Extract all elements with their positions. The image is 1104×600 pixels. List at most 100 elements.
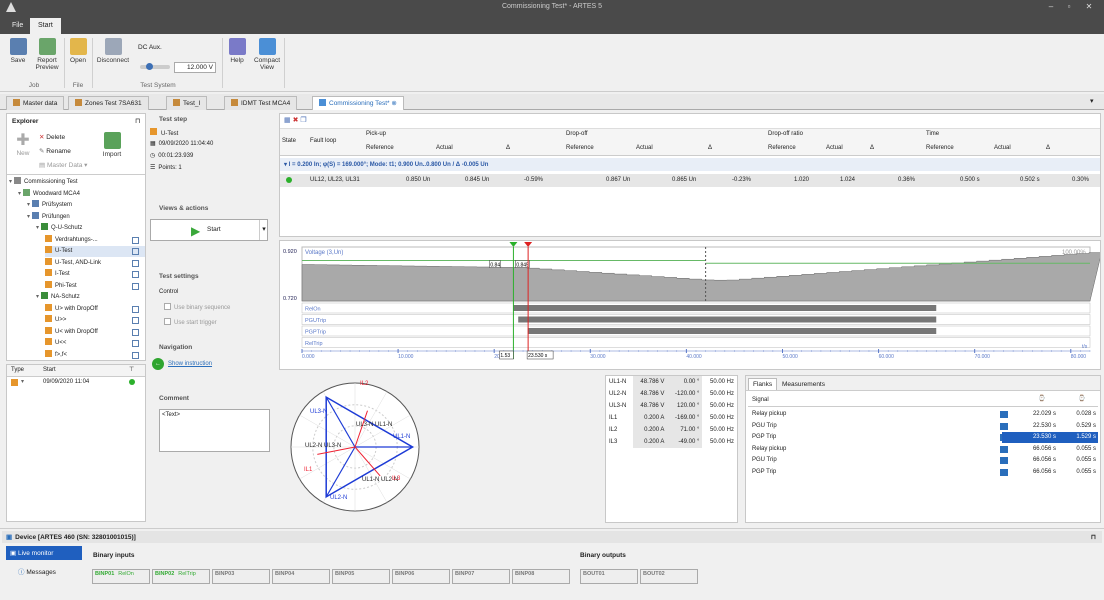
tree-item[interactable]: ▾ Prüfungen [27, 211, 145, 223]
rename-button[interactable]: ✎ Rename [39, 147, 71, 155]
tree-item-label: U> with DropOff [55, 305, 98, 312]
tree-item[interactable]: Verdrahtungs-... [45, 234, 145, 246]
tree-item[interactable]: ▾ Prüfsystem [27, 200, 145, 211]
tree-item-label: NA-Schutz [51, 294, 80, 300]
results-group-row[interactable]: ▾ I = 0.200 In; φ(S) = 169.000°; Mode: t… [280, 158, 1100, 171]
tab-master-data[interactable]: Master data [6, 96, 65, 110]
tab-commissioning-test[interactable]: Commissioning Test* ⊗ [312, 96, 404, 110]
tree-item[interactable]: U> with DropOff [45, 303, 145, 315]
flank-row[interactable]: PGU Trip 22.530 s 0.529 s [748, 421, 1098, 432]
flank-signal: Relay pickup [752, 445, 787, 452]
flank-row[interactable]: PGP Trip 66.056 s 0.055 s [748, 467, 1098, 478]
tab-zones-test[interactable]: Zones Test 7SA631 [68, 96, 149, 110]
tab-flanks[interactable]: Flanks [748, 378, 778, 390]
chevron-down-icon[interactable]: ▾ [27, 214, 30, 220]
copy-icon[interactable]: ❐ [300, 117, 306, 124]
channel-label: PGUTrip [305, 318, 326, 324]
results-row[interactable]: UL12, UL23, UL31 0.850 Un 0.845 Un -0.59% 0.… [280, 174, 1100, 187]
master-data-dropdown[interactable]: ▤ Master Data ▾ [39, 161, 87, 169]
slider-handle[interactable] [146, 63, 153, 70]
live-monitor-button[interactable]: ▣ Live monitor [6, 546, 82, 560]
value-row: IL3 0.200 A -49.00 ° 50.00 Hz [606, 436, 737, 448]
disconnect-button[interactable]: Disconnect [96, 38, 130, 64]
help-button[interactable]: Help [226, 38, 248, 64]
test-icon [11, 379, 18, 386]
chevron-down-icon[interactable]: ▾ [1090, 97, 1094, 105]
tree-item[interactable]: I-Test [45, 269, 145, 280]
tree-item[interactable]: ▾ Q-U-Schutz [36, 223, 145, 234]
table-toolbar: ▦ ✖ ❐ [284, 116, 307, 124]
phasor-label: IL1 [304, 467, 313, 473]
dc-aux-label: DC Aux. [138, 44, 162, 51]
tree-item[interactable]: ▾ Woodward MCA4 [18, 188, 145, 200]
channel-row [301, 337, 1091, 348]
phasor-label: UL3-N UL1-N [356, 422, 392, 428]
folder-icon [41, 292, 49, 299]
tree-item[interactable]: Phi-Test [45, 280, 145, 292]
show-instruction-link[interactable]: ← Show instruction [152, 358, 212, 370]
filter-icon[interactable]: ⊤ [129, 366, 134, 373]
expand-icon[interactable]: ▾ [284, 162, 287, 168]
flank-row[interactable]: PGU Trip 66.056 s 0.055 s [748, 455, 1098, 466]
binary-output: BOUT01 [580, 569, 638, 584]
tab-idmt-test[interactable]: IDMT Test MCA4 [224, 96, 298, 110]
dc-aux-input[interactable]: 12.000 V [174, 62, 216, 73]
flank-delta: 0.055 s [1076, 468, 1096, 475]
tree-item[interactable]: U-Test, AND-Link [45, 257, 145, 269]
use-start-checkbox[interactable]: Use start trigger [164, 318, 217, 326]
divider [7, 174, 145, 175]
minimize-icon[interactable]: – [1044, 2, 1058, 11]
flank-row[interactable]: Relay pickup 66.056 s 0.055 s [748, 444, 1098, 455]
close-tab-icon[interactable]: ⊗ [391, 100, 396, 107]
new-button[interactable]: ✚ New [13, 132, 33, 157]
pin-icon[interactable]: ⊓ [1091, 533, 1096, 541]
tab-measurements[interactable]: Measurements [778, 379, 829, 390]
history-row[interactable]: ▾ 09/09/2020 11:04 [7, 378, 145, 388]
chevron-down-icon[interactable]: ▾ [18, 191, 21, 197]
tree-item[interactable]: U<< [45, 338, 145, 349]
use-binary-checkbox[interactable]: Use binary sequence [164, 303, 230, 311]
restore-icon[interactable]: ▫ [1062, 2, 1076, 11]
tab-file[interactable]: File [4, 18, 31, 34]
delete-results-icon[interactable]: ✖ [293, 117, 299, 124]
tree-item[interactable]: U-Test [45, 246, 145, 257]
flank-time: 22.029 s [1032, 411, 1056, 417]
value-cell: 50.00 Hz [709, 439, 734, 445]
tab-start[interactable]: Start [30, 18, 61, 34]
clock-icon: ◷ [150, 153, 156, 159]
report-preview-button[interactable]: Report Preview [34, 38, 60, 71]
open-button[interactable]: Open [66, 38, 90, 64]
comment-textarea[interactable]: <Text> [159, 409, 270, 452]
voltage-chart[interactable]: 0.920 0.720 Voltage (3,Un) 100.00% 0.84 0.845… [280, 241, 1100, 369]
messages-button[interactable]: ⓘ Messages [18, 566, 56, 576]
chevron-down-icon[interactable]: ▾ [36, 294, 39, 300]
chevron-down-icon[interactable]: ▾ [36, 225, 39, 231]
import-button[interactable]: Import [99, 132, 125, 158]
flank-row[interactable]: PGP Trip 23.530 s 1.529 s [748, 432, 1098, 443]
tab-test-i[interactable]: Test_I [166, 96, 208, 110]
compact-view-button[interactable]: Compact View [252, 38, 282, 71]
col-group-0: Pick-up [366, 131, 387, 137]
chevron-down-icon[interactable]: ▾ [27, 202, 30, 208]
table-icon[interactable]: ▦ [284, 117, 291, 124]
chevron-down-icon[interactable]: ▾ [9, 179, 12, 185]
pin-icon[interactable]: ⊓ [135, 117, 140, 125]
tree-item[interactable]: U>> [45, 315, 145, 326]
binary-input: BINP03 [212, 569, 270, 584]
delete-button[interactable]: ✕ Delete [39, 133, 65, 141]
results-panel: ▦ ✖ ❐ Pick-up Drop-off Drop-off ratio Time S… [279, 113, 1101, 237]
tree-item[interactable]: U< with DropOff [45, 326, 145, 338]
shield-icon [45, 338, 52, 345]
start-dropdown-icon[interactable]: ▾ [259, 220, 268, 240]
item-state-icon [132, 305, 139, 313]
flank-row[interactable]: Relay pickup 22.029 s 0.028 s [748, 409, 1098, 420]
close-icon[interactable]: ✕ [1082, 2, 1096, 11]
tree-item[interactable]: ▾ Commissioning Test [9, 177, 145, 188]
tree-item[interactable]: ▾ NA-Schutz [36, 292, 145, 303]
tree-item[interactable]: f>,f< [45, 349, 145, 361]
dc-aux-slider[interactable] [140, 63, 170, 70]
save-button[interactable]: Save [6, 38, 30, 64]
tree-item-label: Prüfungen [42, 213, 70, 220]
tree-item-label: U>> [55, 317, 67, 323]
start-button[interactable]: ▶ Start ▾ [150, 219, 268, 241]
